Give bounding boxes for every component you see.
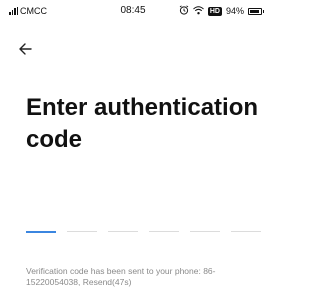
code-digit-slot[interactable]	[231, 222, 261, 232]
status-bar: CMCC 08:45 HD 94%	[0, 0, 266, 22]
code-digit-slot[interactable]	[26, 222, 56, 233]
verification-code-input[interactable]	[26, 222, 261, 233]
verification-info: Verification code has been sent to your …	[26, 266, 262, 288]
resend-button[interactable]: Resend(47s)	[83, 277, 132, 287]
alarm-icon	[179, 5, 189, 17]
battery-percent: 94%	[225, 6, 244, 16]
wifi-icon	[193, 5, 204, 17]
battery-icon	[248, 7, 264, 15]
hd-badge: HD	[207, 6, 222, 16]
back-button[interactable]	[16, 39, 40, 59]
code-digit-slot[interactable]	[149, 222, 179, 232]
code-digit-slot[interactable]	[108, 222, 138, 232]
page-title: Enter authentication code	[26, 94, 259, 153]
code-digit-slot[interactable]	[190, 222, 220, 232]
status-right: HD 94%	[179, 5, 264, 17]
arrow-left-icon	[19, 43, 32, 55]
code-digit-slot[interactable]	[67, 222, 97, 232]
